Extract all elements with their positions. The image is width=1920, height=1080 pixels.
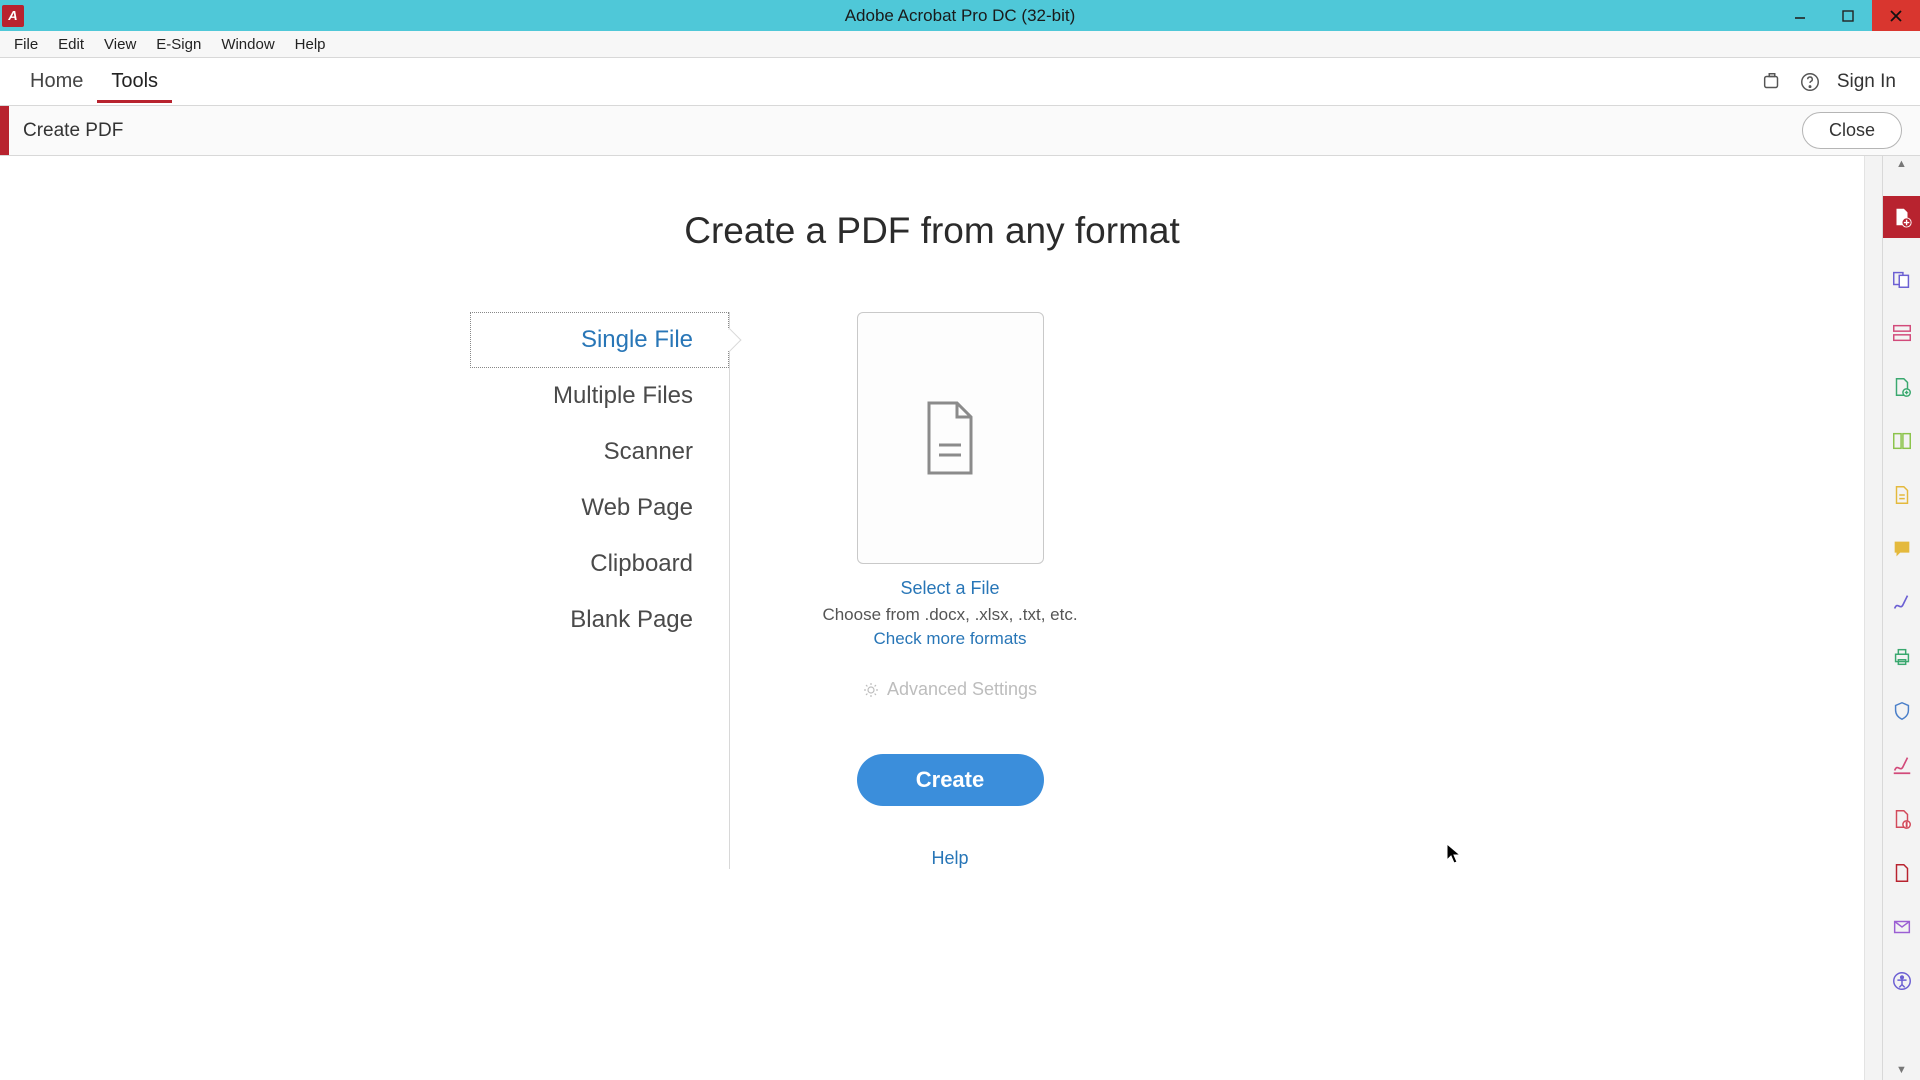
source-list: Single File Multiple Files Scanner Web P… [470, 312, 730, 869]
rail-comment-icon[interactable] [1889, 536, 1915, 562]
rail-edit-icon[interactable] [1889, 320, 1915, 346]
rail-redact-icon[interactable] [1889, 752, 1915, 778]
rail-sign-icon[interactable] [1889, 590, 1915, 616]
file-icon [921, 401, 979, 475]
window-controls [1776, 0, 1920, 31]
maximize-button[interactable] [1824, 0, 1872, 31]
rail-scan-icon[interactable] [1889, 482, 1915, 508]
create-layout: Single File Multiple Files Scanner Web P… [470, 312, 1864, 869]
menu-esign[interactable]: E-Sign [146, 33, 211, 56]
rail-protect-icon[interactable] [1889, 698, 1915, 724]
rail-send-icon[interactable] [1889, 914, 1915, 940]
page-heading: Create a PDF from any format [0, 210, 1864, 252]
gear-icon [863, 682, 879, 698]
menu-view[interactable]: View [94, 33, 146, 56]
main-area: ▲ ! ▼ Create a PDF from any format Singl… [0, 156, 1920, 1080]
select-file-link[interactable]: Select a File [900, 578, 999, 599]
menu-file[interactable]: File [4, 33, 48, 56]
source-multiple-files[interactable]: Multiple Files [470, 368, 729, 424]
rail-accessibility-icon[interactable] [1889, 968, 1915, 994]
choose-hint: Choose from .docx, .xlsx, .txt, etc. [822, 605, 1077, 625]
rail-organize-icon[interactable] [1889, 428, 1915, 454]
file-drop-box[interactable] [857, 312, 1044, 564]
signin-link[interactable]: Sign In [1829, 71, 1904, 93]
help-link[interactable]: Help [931, 848, 968, 869]
source-single-file[interactable]: Single File [470, 312, 729, 368]
create-button[interactable]: Create [857, 754, 1044, 806]
menu-window[interactable]: Window [211, 33, 284, 56]
rail-export-icon[interactable] [1889, 374, 1915, 400]
tool-accent-bar [0, 106, 9, 155]
check-formats-link[interactable]: Check more formats [873, 629, 1026, 649]
close-tool-button[interactable]: Close [1802, 112, 1902, 149]
rail-compare-icon[interactable] [1889, 860, 1915, 886]
menubar: File Edit View E-Sign Window Help [0, 31, 1920, 58]
window-title: Adobe Acrobat Pro DC (32-bit) [845, 6, 1076, 26]
source-clipboard[interactable]: Clipboard [470, 536, 729, 592]
menu-help[interactable]: Help [285, 33, 336, 56]
advanced-settings: Advanced Settings [863, 679, 1037, 700]
rail-scroll-down[interactable]: ▼ [1896, 1064, 1907, 1076]
tool-title: Create PDF [23, 120, 123, 142]
help-icon[interactable] [1791, 63, 1829, 101]
rail-print-icon[interactable] [1889, 644, 1915, 670]
notifications-icon[interactable] [1753, 63, 1791, 101]
source-scanner[interactable]: Scanner [470, 424, 729, 480]
app-icon: A [2, 5, 24, 27]
rail-compress-icon[interactable]: ! [1889, 806, 1915, 832]
titlebar: A Adobe Acrobat Pro DC (32-bit) [0, 0, 1920, 31]
menu-edit[interactable]: Edit [48, 33, 94, 56]
rail-create-pdf-icon[interactable] [1883, 196, 1920, 238]
rail-combine-icon[interactable] [1889, 266, 1915, 292]
vertical-scrollbar[interactable] [1864, 156, 1882, 1080]
tab-tools[interactable]: Tools [97, 60, 172, 103]
right-tool-rail: ▲ ! ▼ [1882, 156, 1920, 1080]
tool-header: Create PDF Close [0, 106, 1920, 156]
source-web-page[interactable]: Web Page [470, 480, 729, 536]
close-window-button[interactable] [1872, 0, 1920, 31]
tab-row: Home Tools Sign In [0, 58, 1920, 106]
advanced-settings-label: Advanced Settings [887, 679, 1037, 700]
action-panel: Select a File Choose from .docx, .xlsx, … [800, 312, 1100, 869]
tab-home[interactable]: Home [16, 60, 97, 103]
content: Create a PDF from any format Single File… [0, 156, 1864, 1080]
rail-scroll-up[interactable]: ▲ [1896, 158, 1907, 170]
source-blank-page[interactable]: Blank Page [470, 592, 729, 648]
minimize-button[interactable] [1776, 0, 1824, 31]
